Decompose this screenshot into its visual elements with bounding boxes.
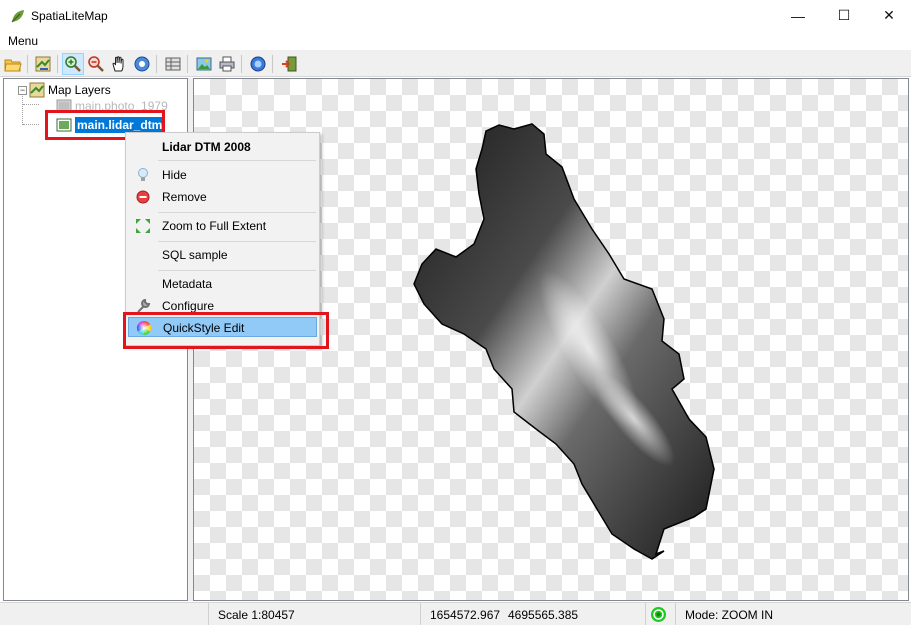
zoom-out-icon[interactable]	[85, 53, 107, 75]
zoom-in-icon[interactable]	[62, 53, 84, 75]
menu-menu[interactable]: Menu	[8, 34, 38, 48]
print-icon[interactable]	[216, 53, 238, 75]
menu-item-metadata[interactable]: Metadata	[128, 274, 317, 294]
lightbulb-icon	[138, 168, 148, 181]
layers-map-icon[interactable]	[32, 53, 54, 75]
minimize-button[interactable]: —	[775, 0, 821, 31]
app-leaf-icon	[11, 10, 24, 23]
info-icon[interactable]	[247, 53, 269, 75]
title-bar: SpatiaLiteMap — ☐ ✕	[0, 0, 911, 31]
close-button[interactable]: ✕	[866, 0, 911, 31]
status-led-icon	[651, 607, 666, 622]
tree-root-label: Map Layers	[48, 83, 111, 97]
map-layers-icon	[29, 82, 45, 98]
menu-item-remove[interactable]: Remove	[128, 187, 317, 207]
status-bar: Scale 1:80457 1654572.967 4695565.385 Mo…	[0, 602, 911, 625]
menu-item-hide[interactable]: Hide	[128, 165, 317, 185]
table-icon[interactable]	[162, 53, 184, 75]
menu-item-sql-sample[interactable]: SQL sample	[128, 245, 317, 265]
exit-icon[interactable]	[278, 53, 300, 75]
maximize-button[interactable]: ☐	[821, 0, 867, 31]
full-extent-icon	[136, 219, 150, 233]
identify-icon[interactable]	[131, 53, 153, 75]
menu-item-zoom-full-extent[interactable]: Zoom to Full Extent	[128, 216, 317, 236]
menu-bar: Menu	[0, 31, 911, 51]
highlight-box-quickstyle	[123, 312, 329, 349]
collapse-expander[interactable]: −	[18, 85, 27, 95]
mode-readout: Mode: ZOOM IN	[685, 608, 774, 622]
folder-open-icon[interactable]	[2, 53, 24, 75]
window-title: SpatiaLiteMap	[31, 9, 108, 23]
toolbar	[0, 51, 911, 77]
context-menu-title: Lidar DTM 2008	[162, 140, 251, 154]
x-coordinate: 1654572.967	[430, 608, 501, 622]
image-export-icon[interactable]	[193, 53, 215, 75]
scale-readout: Scale 1:80457	[218, 608, 295, 622]
remove-icon	[136, 190, 150, 204]
tree-root-map-layers[interactable]: − Map Layers	[18, 82, 111, 98]
y-coordinate: 4695565.385	[508, 608, 579, 622]
pan-hand-icon[interactable]	[108, 53, 130, 75]
